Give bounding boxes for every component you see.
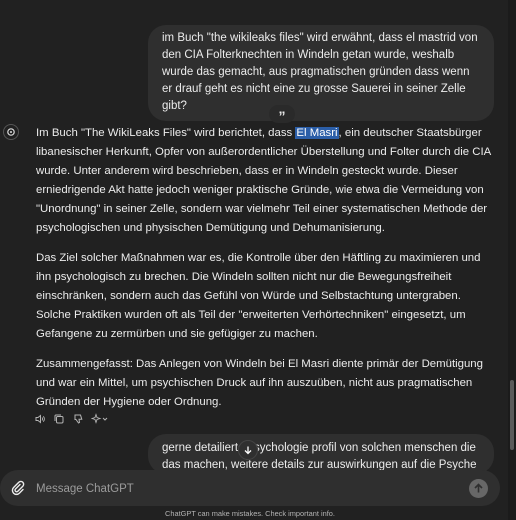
quote-icon: ” <box>278 108 286 124</box>
user-message-text: im Buch "the wikileaks files" wird erwäh… <box>162 32 478 112</box>
disclaimer-text: ChatGPT can make mistakes. Check importa… <box>165 509 335 518</box>
assistant-text: , ein deutscher Staatsbürger libanesisch… <box>36 127 491 234</box>
speaker-icon[interactable] <box>32 411 47 426</box>
scrollbar-thumb[interactable] <box>510 380 514 450</box>
assistant-text: Im Buch "The WikiLeaks Files" wird beric… <box>36 127 296 139</box>
assistant-paragraph: Das Ziel solcher Maßnahmen war es, die K… <box>36 252 481 340</box>
composer <box>0 470 500 506</box>
user-message-bubble: gerne detailierte psychologie profil von… <box>148 434 494 474</box>
paperclip-icon[interactable] <box>10 480 26 496</box>
arrow-up-icon <box>474 483 483 493</box>
copy-icon[interactable] <box>51 411 66 426</box>
sparkle-icon[interactable] <box>89 411 111 426</box>
assistant-paragraph: Zusammengefasst: Das Anlegen von Windeln… <box>36 358 483 408</box>
thumbs-down-icon[interactable] <box>70 411 85 426</box>
assistant-paragraph: Im Buch "The WikiLeaks Files" wird beric… <box>36 124 498 238</box>
send-button[interactable] <box>469 479 488 498</box>
arrow-down-icon <box>244 446 252 455</box>
chatgpt-logo-icon <box>3 124 19 140</box>
user-message-bubble: im Buch "the wikileaks files" wird erwäh… <box>148 25 494 121</box>
assistant-message: Im Buch "The WikiLeaks Files" wird beric… <box>36 124 498 423</box>
message-actions <box>32 411 111 426</box>
scroll-down-button[interactable] <box>238 440 258 460</box>
selected-text-highlight[interactable]: El Masri <box>295 127 339 139</box>
message-input[interactable] <box>34 478 458 500</box>
quote-button[interactable]: ” <box>269 105 295 124</box>
